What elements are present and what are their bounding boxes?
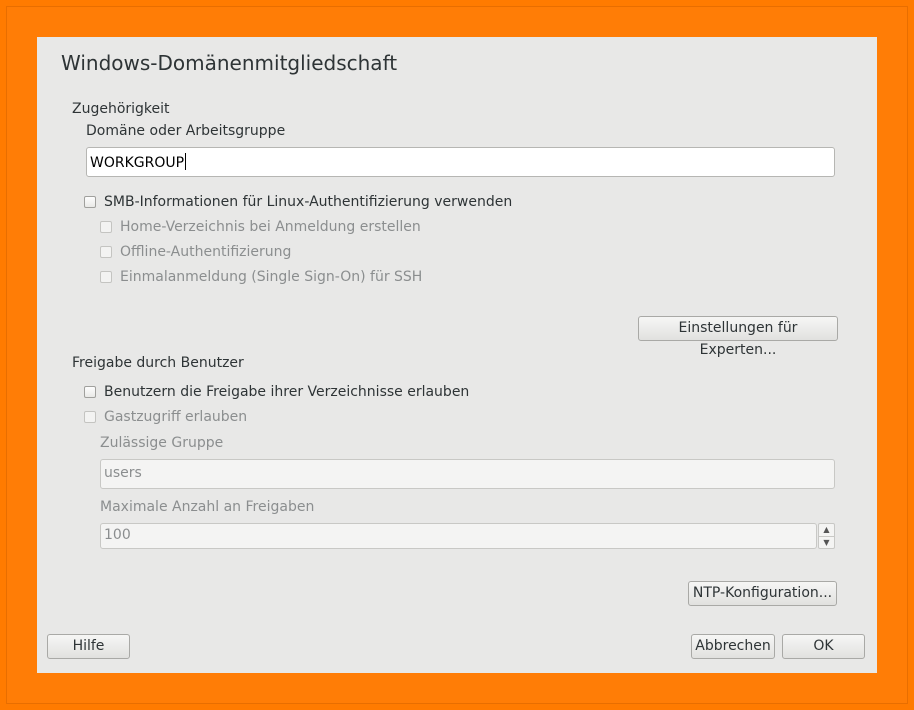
sso-ssh-checkbox[interactable] [100,271,112,283]
offline-auth-checkbox[interactable] [100,246,112,258]
domain-label: Domäne oder Arbeitsgruppe [86,123,286,139]
sso-ssh-label: Einmalanmeldung (Single Sign-On) für SSH [120,269,423,285]
smb-checkbox[interactable] [84,196,96,208]
dialog-title: Windows-Domänenmitgliedschaft [61,51,398,75]
sharing-heading: Freigabe durch Benutzer [72,355,244,371]
group-input[interactable]: users [100,459,835,489]
ok-button[interactable]: OK [782,634,865,659]
group-label: Zulässige Gruppe [100,435,224,451]
help-button[interactable]: Hilfe [47,634,130,659]
home-dir-checkbox[interactable] [100,221,112,233]
expert-settings-button[interactable]: Einstellungen für Experten... [638,316,838,358]
ntp-config-button[interactable]: NTP-Konfiguration... [688,581,837,606]
spin-up-icon[interactable]: ▲ [819,524,834,536]
membership-heading: Zugehörigkeit [72,101,170,117]
dialog-window: Windows-Domänenmitgliedschaft Zugehörigk… [37,37,877,673]
text-caret [185,153,187,170]
max-shares-spinner[interactable]: ▲ ▼ [818,523,835,549]
guest-access-checkbox[interactable] [84,411,96,423]
guest-access-label: Gastzugriff erlauben [104,409,248,425]
domain-input[interactable]: WORKGROUP [86,147,835,177]
offline-auth-label: Offline-Authentifizierung [120,244,292,260]
max-shares-input[interactable]: 100 [100,523,817,549]
cancel-button[interactable]: Abbrechen [691,634,775,659]
domain-input-value: WORKGROUP [90,155,185,171]
max-shares-label: Maximale Anzahl an Freigaben [100,499,315,515]
spin-down-icon[interactable]: ▼ [819,536,834,549]
allow-sharing-checkbox[interactable] [84,386,96,398]
allow-sharing-label: Benutzern die Freigabe ihrer Verzeichnis… [104,384,470,400]
home-dir-label: Home-Verzeichnis bei Anmeldung erstellen [120,219,421,235]
smb-checkbox-label: SMB-Informationen für Linux-Authentifizi… [104,194,513,210]
